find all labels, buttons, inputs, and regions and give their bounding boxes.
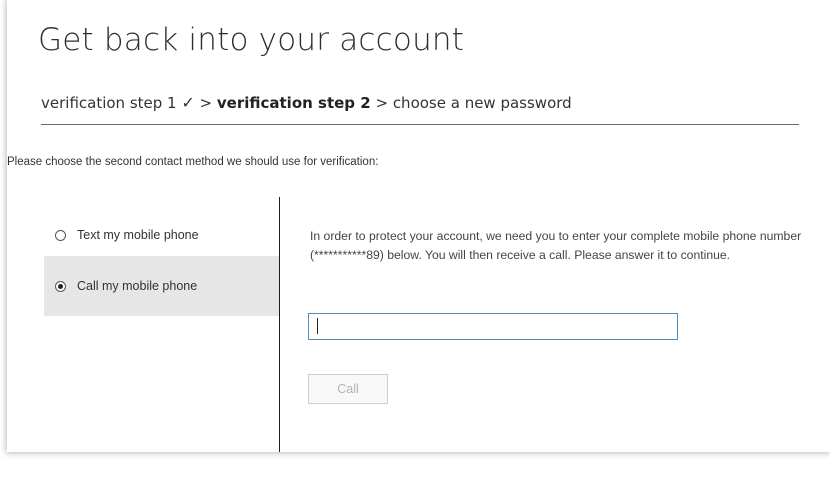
password-reset-panel: Get back into your account verification …	[7, 0, 830, 452]
breadcrumb: verification step 1 ✓ > verification ste…	[41, 93, 572, 112]
instruction-text: Please choose the second contact method …	[7, 156, 379, 168]
call-button[interactable]: Call	[308, 374, 388, 404]
breadcrumb-separator: >	[194, 94, 217, 112]
option-text-my-mobile-phone[interactable]: Text my mobile phone	[44, 214, 280, 256]
breadcrumb-step-1: verification step 1	[41, 94, 177, 112]
radio-checked-icon[interactable]	[55, 280, 66, 292]
breadcrumb-step-3: choose a new password	[392, 94, 572, 112]
breadcrumb-separator: >	[370, 94, 393, 112]
page-title: Get back into your account	[38, 22, 465, 58]
title-divider	[41, 124, 799, 125]
radio-unchecked-icon[interactable]	[55, 229, 66, 241]
contact-method-options: Text my mobile phone Call my mobile phon…	[44, 214, 280, 316]
text-cursor	[317, 318, 318, 334]
call-instructions: In order to protect your account, we nee…	[310, 229, 802, 262]
breadcrumb-step-2-current: verification step 2	[216, 94, 371, 112]
phone-number-input[interactable]	[308, 313, 678, 340]
option-call-my-mobile-phone[interactable]: Call my mobile phone	[44, 256, 280, 316]
option-label: Call my mobile phone	[77, 279, 198, 293]
option-label: Text my mobile phone	[77, 228, 199, 242]
checkmark-icon: ✓	[181, 93, 195, 112]
vertical-divider	[279, 197, 280, 452]
